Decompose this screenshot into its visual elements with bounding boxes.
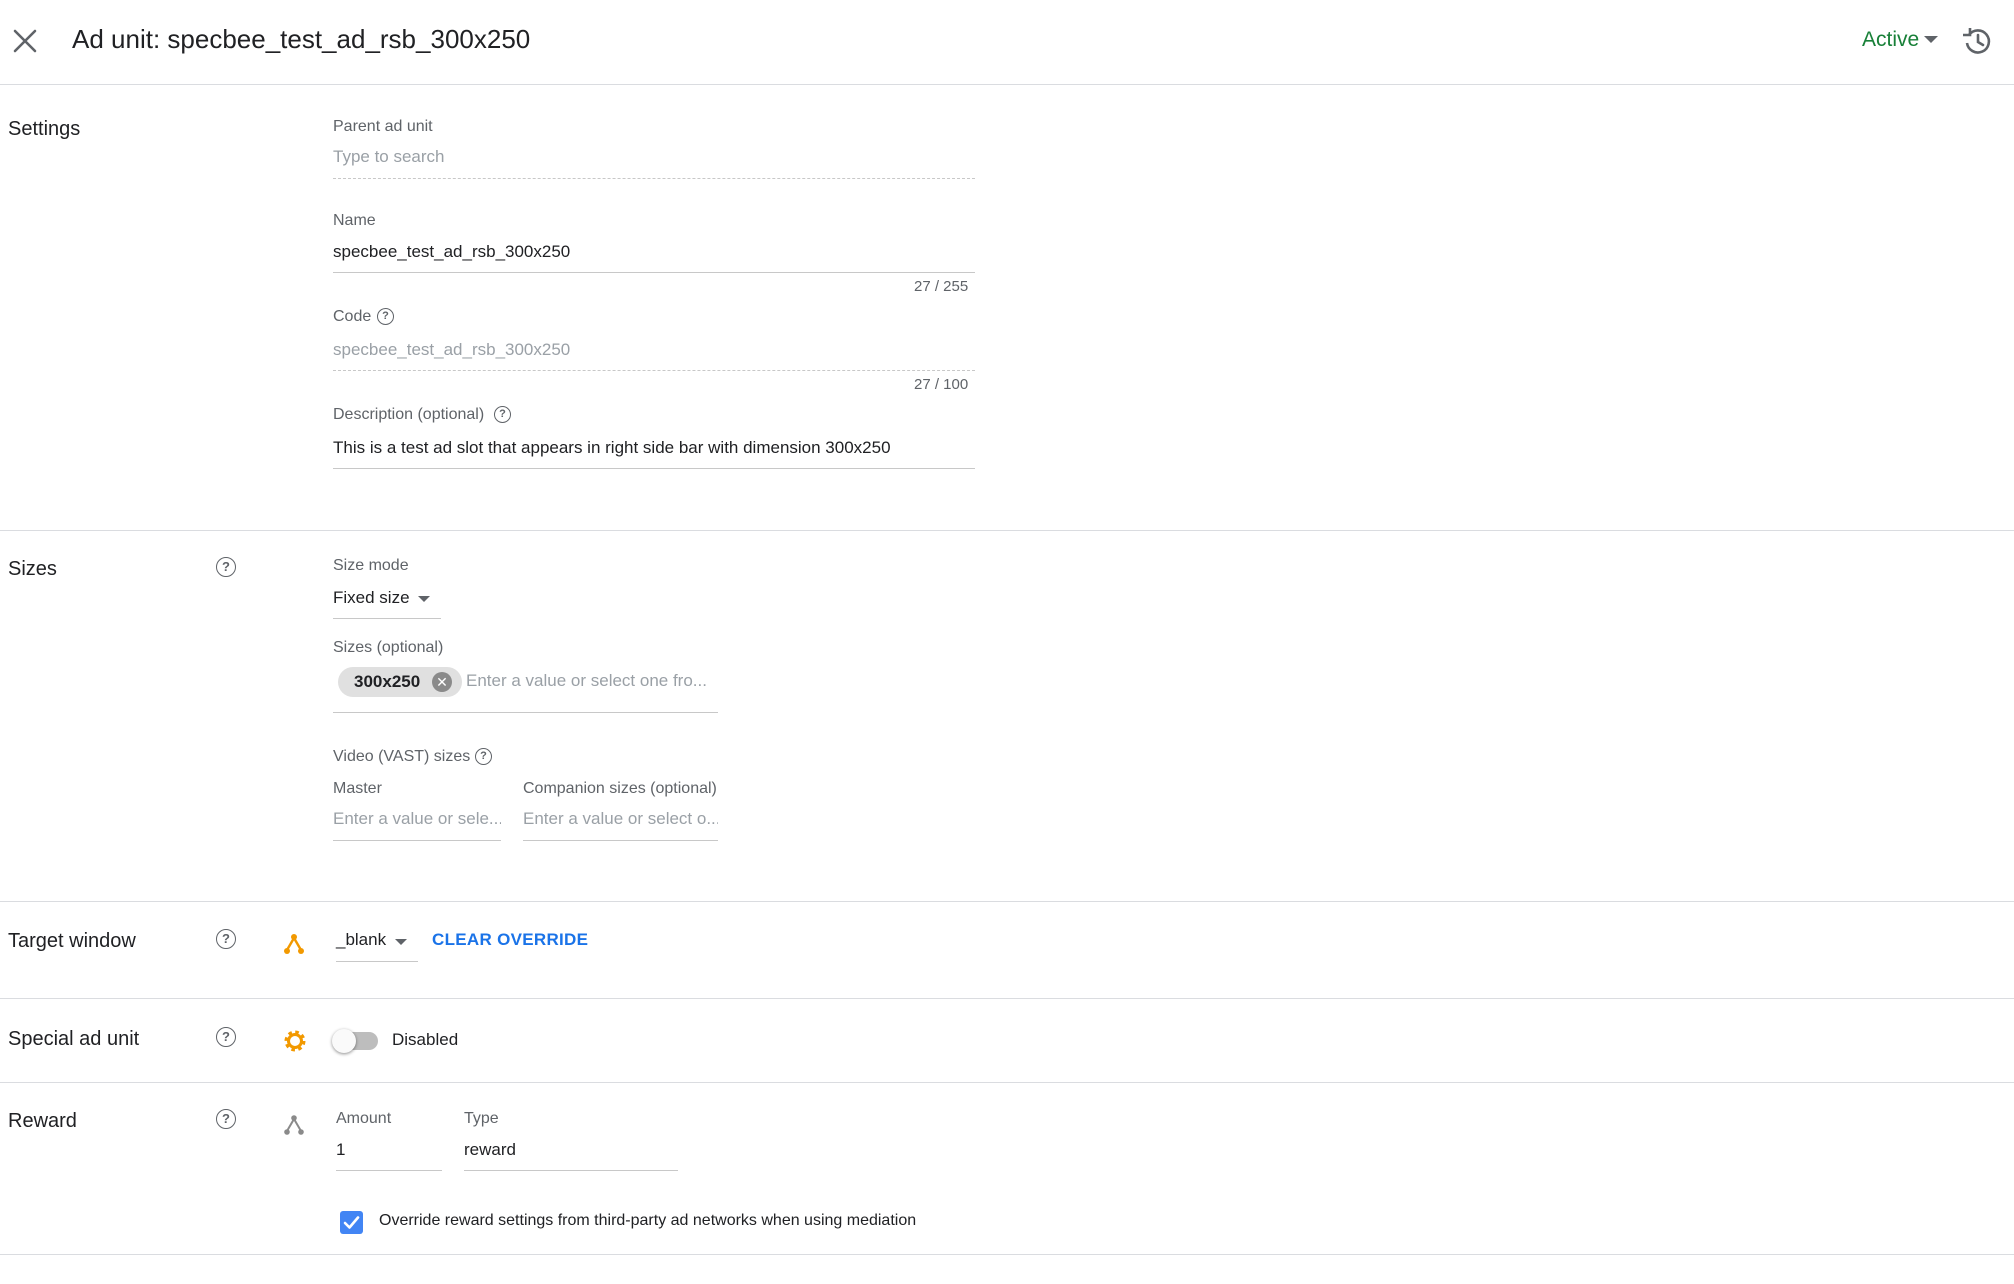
code-help-icon[interactable]: ? bbox=[377, 308, 394, 325]
master-label: Master bbox=[333, 780, 382, 797]
status-dropdown[interactable]: Active bbox=[1862, 28, 1919, 52]
section-divider bbox=[0, 530, 2014, 531]
companion-sizes-placeholder: Enter a value or select o... bbox=[523, 809, 718, 828]
sizes-optional-label: Sizes (optional) bbox=[333, 639, 444, 656]
amount-label: Amount bbox=[336, 1110, 392, 1127]
master-input[interactable]: Enter a value or sele... bbox=[333, 806, 501, 842]
sizes-input-placeholder: Enter a value or select one fro... bbox=[466, 671, 707, 690]
name-label: Name bbox=[333, 212, 376, 229]
companion-sizes-input[interactable]: Enter a value or select o... bbox=[523, 806, 718, 842]
reward-help-icon[interactable]: ? bbox=[216, 1109, 236, 1129]
chevron-down-icon[interactable] bbox=[1924, 36, 1938, 43]
size-mode-label: Size mode bbox=[333, 557, 409, 574]
target-window-section-title: Target window bbox=[8, 930, 136, 952]
inheritance-icon bbox=[282, 932, 306, 956]
parent-ad-unit-underline bbox=[333, 178, 975, 179]
amount-input[interactable]: 1 bbox=[336, 1136, 442, 1172]
description-help-icon[interactable]: ? bbox=[494, 406, 511, 423]
type-underline bbox=[464, 1170, 678, 1171]
name-underline bbox=[333, 272, 975, 273]
sizes-help-icon[interactable]: ? bbox=[216, 557, 236, 577]
toggle-knob bbox=[332, 1029, 356, 1053]
special-ad-unit-help-icon[interactable]: ? bbox=[216, 1027, 236, 1047]
master-underline bbox=[333, 840, 501, 841]
override-reward-checkbox[interactable] bbox=[340, 1211, 363, 1234]
name-char-counter: 27 / 255 bbox=[914, 278, 969, 295]
chevron-down-icon bbox=[418, 596, 430, 602]
code-char-counter: 27 / 100 bbox=[914, 376, 969, 393]
parent-ad-unit-placeholder: Type to search bbox=[333, 147, 445, 166]
gear-icon bbox=[282, 1028, 308, 1054]
code-underline bbox=[333, 370, 975, 371]
video-sizes-label: Video (VAST) sizes bbox=[333, 748, 471, 765]
target-window-value: _blank bbox=[336, 930, 387, 949]
type-input[interactable]: reward bbox=[464, 1136, 678, 1172]
parent-ad-unit-input[interactable]: Type to search bbox=[333, 144, 975, 179]
size-mode-underline bbox=[333, 618, 441, 619]
size-mode-value: Fixed size bbox=[333, 588, 410, 607]
toggle-status-label: Disabled bbox=[392, 1030, 459, 1049]
amount-value: 1 bbox=[336, 1140, 346, 1159]
description-underline bbox=[333, 468, 975, 469]
master-placeholder: Enter a value or sele... bbox=[333, 809, 501, 828]
override-reward-label: Override reward settings from third-part… bbox=[379, 1212, 917, 1229]
settings-section-title: Settings bbox=[8, 118, 81, 140]
description-value: This is a test ad slot that appears in r… bbox=[333, 438, 891, 457]
special-ad-unit-section-title: Special ad unit bbox=[8, 1028, 140, 1050]
page-header: Ad unit: specbee_test_ad_rsb_300x250 Act… bbox=[0, 0, 2014, 85]
target-window-underline bbox=[336, 961, 418, 962]
description-input[interactable]: This is a test ad slot that appears in r… bbox=[333, 436, 975, 470]
ad-unit-page: Ad unit: specbee_test_ad_rsb_300x250 Act… bbox=[0, 0, 2014, 1284]
target-window-select[interactable]: _blank bbox=[336, 926, 418, 962]
parent-ad-unit-label: Parent ad unit bbox=[333, 118, 433, 135]
sizes-underline bbox=[333, 712, 718, 713]
chevron-down-icon bbox=[395, 939, 407, 945]
inheritance-icon bbox=[282, 1113, 306, 1137]
history-icon[interactable] bbox=[1960, 24, 1994, 58]
target-window-help-icon[interactable]: ? bbox=[216, 929, 236, 949]
companion-sizes-label: Companion sizes (optional) bbox=[523, 780, 717, 797]
name-input[interactable]: specbee_test_ad_rsb_300x250 bbox=[333, 240, 975, 274]
companion-sizes-underline bbox=[523, 840, 718, 841]
amount-underline bbox=[336, 1170, 442, 1171]
name-value: specbee_test_ad_rsb_300x250 bbox=[333, 242, 571, 261]
close-icon[interactable] bbox=[10, 26, 40, 56]
size-chip-label: 300x250 bbox=[354, 672, 421, 691]
section-divider bbox=[0, 1082, 2014, 1083]
size-chip: 300x250 ✕ bbox=[338, 667, 462, 697]
code-label: Code bbox=[333, 308, 372, 325]
type-label: Type bbox=[464, 1110, 499, 1127]
reward-section-title: Reward bbox=[8, 1110, 77, 1132]
special-ad-unit-toggle[interactable] bbox=[332, 1029, 382, 1053]
section-divider bbox=[0, 901, 2014, 902]
clear-override-button[interactable]: CLEAR OVERRIDE bbox=[432, 930, 588, 950]
description-label: Description (optional) bbox=[333, 406, 485, 423]
code-value: specbee_test_ad_rsb_300x250 bbox=[333, 340, 571, 359]
code-input: specbee_test_ad_rsb_300x250 bbox=[333, 338, 975, 372]
size-mode-select[interactable]: Fixed size bbox=[333, 584, 441, 620]
video-sizes-help-icon[interactable]: ? bbox=[475, 748, 492, 765]
type-value: reward bbox=[464, 1140, 516, 1159]
section-divider bbox=[0, 998, 2014, 999]
sizes-input[interactable]: Enter a value or select one fro... bbox=[466, 668, 718, 696]
chip-remove-icon[interactable]: ✕ bbox=[432, 672, 452, 692]
sizes-section-title: Sizes bbox=[8, 558, 57, 580]
page-title: Ad unit: specbee_test_ad_rsb_300x250 bbox=[72, 24, 531, 54]
section-divider bbox=[0, 1254, 2014, 1255]
